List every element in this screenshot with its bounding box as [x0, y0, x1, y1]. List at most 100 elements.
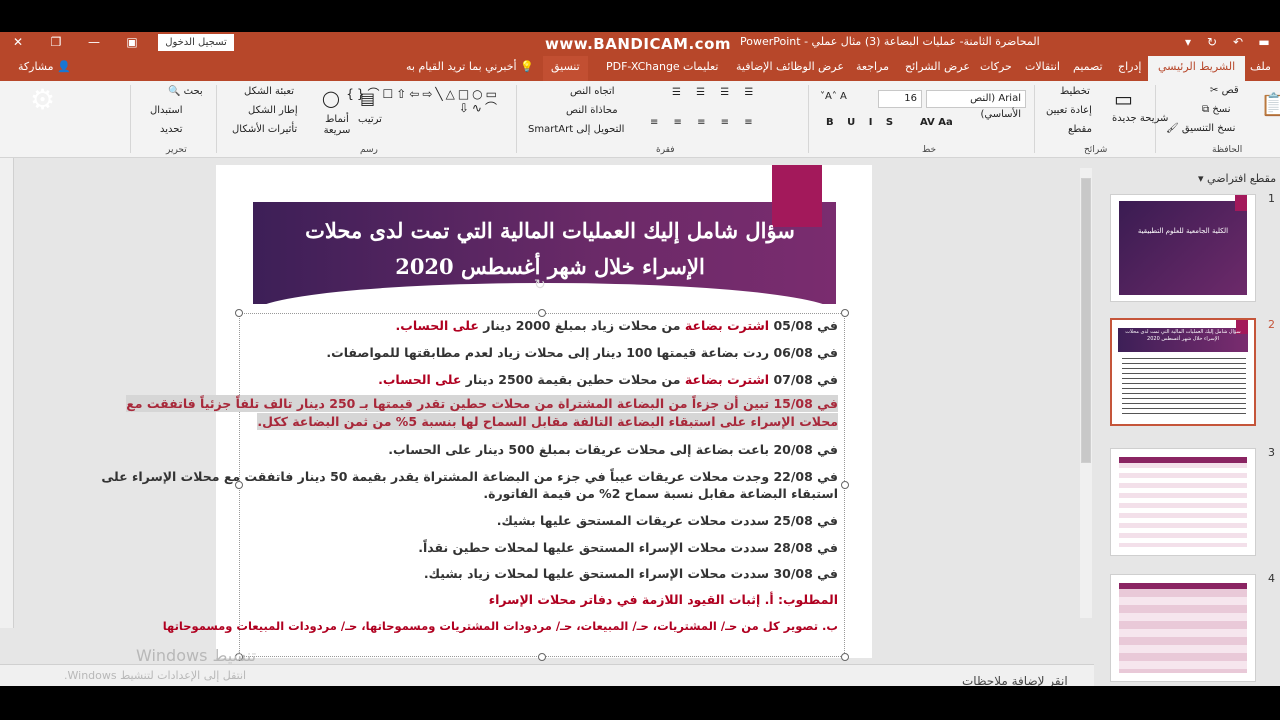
align-text-button[interactable]: محاذاة النص	[566, 105, 618, 116]
undo-icon[interactable]: ↶	[1230, 34, 1246, 50]
find-button[interactable]: بحث 🔍	[168, 86, 203, 97]
tab-design[interactable]: تصميم	[1073, 60, 1103, 73]
p3-c: من محلات حطين بقيمة 2500 دينار	[461, 372, 685, 387]
scroll-thumb[interactable]	[1081, 178, 1091, 463]
select-button[interactable]: تحديد	[160, 124, 183, 135]
cut-button[interactable]: قص ✂	[1210, 85, 1239, 96]
slide-thumbnail[interactable]: الكلية الجامعية للعلوم التطبيقية	[1110, 194, 1256, 302]
ribbon: قص ✂ نسخ ⧉ نسخ التنسيق 🖌 📋 الحافظة ▭ شري…	[0, 81, 1280, 158]
tab-help[interactable]: تعليمات	[683, 60, 718, 73]
paragraph-6-line-1: في 22/08 وجدت محلات عريقات عيباً في جزء …	[101, 469, 838, 484]
shape-effects-button[interactable]: تأثيرات الأشكال	[232, 124, 297, 135]
replace-button[interactable]: استبدال	[150, 105, 183, 116]
user-icon: 👤	[57, 60, 71, 73]
thumb-bg	[1119, 201, 1247, 295]
copy-icon: ⧉	[1202, 104, 1210, 115]
customize-qat-icon[interactable]: ▾	[1180, 34, 1196, 50]
align-buttons[interactable]: ≡ ≡ ≡ ≡ ≡	[650, 117, 759, 128]
section-button[interactable]: مقطع	[1068, 124, 1092, 135]
tab-pdfxchange[interactable]: PDF-XChange	[606, 60, 680, 73]
quick-styles-button[interactable]: أنماط سريعة	[322, 114, 352, 136]
section-text: مقطع افتراضي	[1207, 172, 1277, 185]
thumb-table	[1119, 583, 1247, 673]
tab-insert[interactable]: إدراج	[1118, 60, 1141, 73]
thumb-number: 1	[1268, 192, 1275, 205]
reset-button[interactable]: إعادة تعيين	[1046, 105, 1092, 116]
vertical-scrollbar[interactable]	[1080, 168, 1092, 618]
paragraph-4-line-1: في 15/08 تبين أن جزءاً من البضاعة المشتر…	[126, 395, 838, 412]
rotate-handle-icon[interactable]: ↻	[534, 277, 546, 293]
resize-handle[interactable]	[538, 309, 546, 317]
tab-home[interactable]: الشريط الرئيسي	[1148, 56, 1246, 81]
p3-a: في 07/08	[769, 372, 838, 387]
save-icon[interactable]: ▬	[1256, 34, 1272, 50]
thumb-title: سؤال شامل إليك العمليات المالية التي تمت…	[1125, 329, 1241, 342]
thumb-accent	[1235, 195, 1247, 211]
paragraph-9: في 30/08 سددت محلات الإسراء المستحق عليه…	[423, 566, 838, 581]
copy-label: نسخ	[1212, 104, 1231, 115]
share-button[interactable]: 👤 مشاركة	[18, 60, 71, 73]
divider	[130, 85, 131, 153]
resize-handle[interactable]	[841, 481, 849, 489]
slide-thumbnail[interactable]	[1110, 448, 1256, 556]
copy-button[interactable]: نسخ ⧉	[1202, 104, 1231, 115]
windows-activation-subtitle: انتقل إلى الإعدادات لتنشيط Windows.	[64, 669, 247, 682]
tab-addins[interactable]: الوظائف الإضافية	[736, 60, 815, 73]
tab-view[interactable]: عرض	[818, 60, 844, 73]
paragraph-8: في 28/08 سددت محلات الإسراء المستحق عليه…	[418, 540, 838, 555]
arrange-button[interactable]: ترتيب	[358, 114, 382, 125]
thumb-number: 3	[1268, 446, 1275, 459]
close-icon[interactable]: ✕	[10, 34, 26, 50]
shape-outline-button[interactable]: إطار الشكل	[248, 105, 298, 116]
thumb-number: 4	[1268, 572, 1275, 585]
screen: ✕ ❐ — ▣ تسجيل الدخول www.BANDICAM.com ال…	[0, 0, 1280, 720]
slide-title[interactable]: سؤال شامل إليك العمليات المالية التي تمت…	[276, 213, 824, 285]
search-icon: 🔍	[168, 86, 181, 97]
resize-handle[interactable]	[235, 309, 243, 317]
resize-handle[interactable]	[841, 309, 849, 317]
tab-transitions[interactable]: انتقالات	[1025, 60, 1060, 73]
tab-format[interactable]: تنسيق	[543, 56, 588, 81]
tab-file[interactable]: ملف	[1250, 60, 1271, 73]
new-slide-button[interactable]: شريحة جديدة	[1112, 113, 1168, 124]
section-label[interactable]: مقطع افتراضي ▾	[1198, 172, 1276, 185]
paste-icon[interactable]: 📋	[1260, 93, 1280, 118]
left-scrollbar[interactable]	[0, 158, 14, 628]
font-size-select[interactable]: 16	[878, 90, 922, 108]
p1-c: من محلات زياد بمبلغ 2000 دينار	[478, 318, 685, 333]
tab-slideshow[interactable]: عرض الشرائح	[905, 60, 970, 73]
shapes-gallery[interactable]: ▭○□△╲⇨⇦⇧☐⌒{}⌒∿⇩	[346, 87, 500, 115]
windows-activation-title: تنشيط Windows	[136, 646, 257, 665]
smartart-button[interactable]: التحويل إلى SmartArt	[528, 124, 624, 135]
restore-icon[interactable]: ❐	[48, 34, 64, 50]
thumb-table	[1119, 457, 1247, 547]
resize-handle[interactable]	[841, 653, 849, 661]
ribbon-display-icon[interactable]: ▣	[124, 34, 140, 50]
tell-me-box[interactable]: 💡 أخبرني بما تريد القيام به	[406, 60, 534, 73]
font-name-select[interactable]: Arial (النص الأساسي)	[926, 90, 1026, 120]
logo-icon: ⚙	[30, 83, 56, 116]
slide-thumbnail[interactable]	[1110, 574, 1256, 682]
list-buttons[interactable]: ☰ ☰ ☰ ☰	[672, 87, 759, 98]
ribbon-tabs: 👤 مشاركة 💡 أخبرني بما تريد القيام به تنس…	[0, 54, 1280, 81]
tab-review[interactable]: مراجعة	[856, 60, 889, 73]
title-bar: ✕ ❐ — ▣ تسجيل الدخول www.BANDICAM.com ال…	[0, 32, 1280, 54]
shape-fill-button[interactable]: تعبئة الشكل	[244, 86, 294, 97]
resize-handle[interactable]	[538, 653, 546, 661]
minimize-icon[interactable]: —	[86, 34, 102, 50]
signin-button[interactable]: تسجيل الدخول	[158, 34, 234, 51]
format-painter-button[interactable]: نسخ التنسيق 🖌	[1166, 123, 1235, 134]
layout-button[interactable]: تخطيط	[1060, 86, 1090, 97]
slide-thumbnail-selected[interactable]: سؤال شامل إليك العمليات المالية التي تمت…	[1110, 318, 1256, 426]
thumb-lines	[1122, 358, 1246, 418]
thumb-title: الكلية الجامعية للعلوم التطبيقية	[1137, 227, 1229, 235]
font-grow-shrink-icons[interactable]: A˄ A˅	[820, 91, 847, 102]
font-format-buttons[interactable]: B U I S	[826, 117, 898, 128]
redo-icon[interactable]: ↻	[1204, 34, 1220, 50]
slide-canvas[interactable]: سؤال شامل إليك العمليات المالية التي تمت…	[101, 165, 872, 661]
font-style-buttons[interactable]: AV Aa	[920, 117, 953, 128]
tab-animations[interactable]: حركات	[980, 60, 1012, 73]
font-group-label: خط	[922, 145, 937, 155]
text-direction-button[interactable]: اتجاه النص	[570, 86, 615, 97]
divider	[216, 85, 217, 153]
